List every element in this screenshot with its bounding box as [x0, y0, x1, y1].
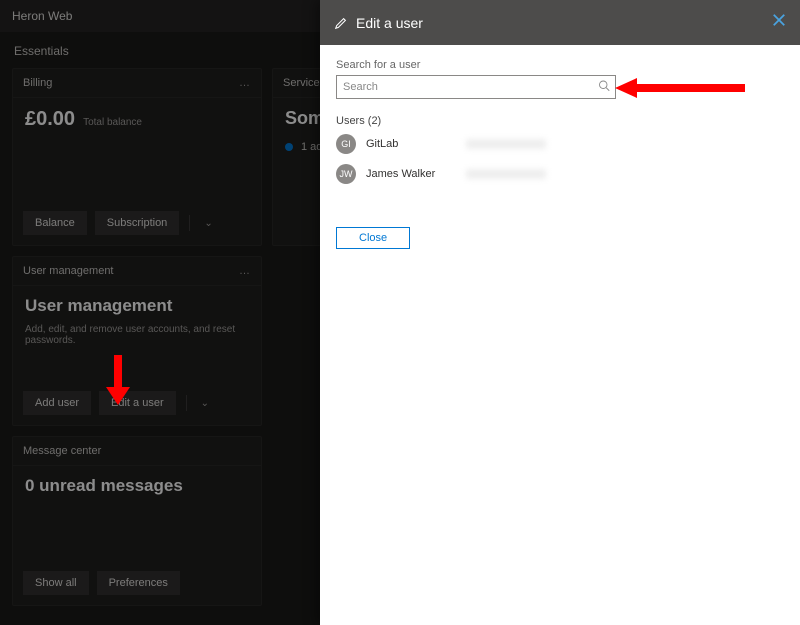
annotation-arrow-left — [615, 78, 745, 98]
avatar: GI — [336, 134, 356, 154]
user-email-blurred — [466, 169, 546, 179]
users-count-label: Users (2) — [336, 115, 784, 127]
user-row[interactable]: JW James Walker — [336, 161, 784, 187]
user-name: GitLab — [366, 138, 466, 150]
search-user-input[interactable] — [336, 75, 616, 99]
search-user-label: Search for a user — [336, 59, 784, 71]
user-name: James Walker — [366, 168, 466, 180]
user-row[interactable]: GI GitLab — [336, 131, 784, 157]
panel-title: Edit a user — [356, 15, 423, 31]
search-icon[interactable] — [598, 80, 610, 95]
pencil-icon — [334, 16, 348, 30]
user-email-blurred — [466, 139, 546, 149]
close-icon[interactable] — [772, 13, 786, 32]
close-button[interactable]: Close — [336, 227, 410, 249]
annotation-arrow-down — [103, 355, 133, 405]
avatar: JW — [336, 164, 356, 184]
